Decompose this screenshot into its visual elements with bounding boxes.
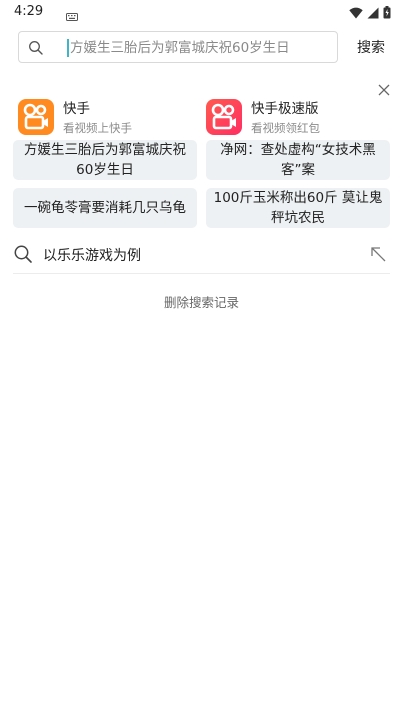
search-icon — [28, 40, 44, 60]
history-item[interactable]: 以乐乐游戏为例 — [13, 238, 390, 274]
app-name: 快手 — [63, 100, 90, 117]
app-name: 快手极速版 — [251, 100, 319, 117]
clear-history-button[interactable]: 删除搜索记录 — [0, 292, 403, 311]
signal-icon — [367, 4, 379, 23]
app-card-kuaishou[interactable]: 快手 看视频上快手 — [18, 99, 193, 137]
keyboard-icon — [66, 6, 78, 25]
hot-search-chip[interactable]: 一碗龟苓膏要消耗几只乌龟 — [13, 188, 197, 228]
kuaishou-icon — [18, 99, 54, 135]
hot-search-chip[interactable]: 100斤玉米称出60斤 莫让鬼秤坑农民 — [206, 188, 390, 228]
app-subtitle: 看视频领红包 — [251, 120, 320, 135]
battery-icon — [383, 4, 391, 23]
arrow-up-left-icon[interactable] — [368, 244, 388, 268]
app-subtitle: 看视频上快手 — [63, 120, 132, 135]
wifi-icon — [349, 4, 363, 23]
search-bar[interactable] — [18, 31, 338, 63]
status-time: 4:29 — [14, 4, 44, 19]
kuaishou-lite-icon — [206, 99, 242, 135]
close-icon[interactable] — [374, 80, 394, 100]
hot-search-chip[interactable]: 净网：查处虚构“女技术黑客”案 — [206, 140, 390, 180]
search-input[interactable] — [70, 35, 332, 61]
hot-search-chip[interactable]: 方媛生三胎后为郭富城庆祝60岁生日 — [13, 140, 197, 180]
history-text: 以乐乐游戏为例 — [43, 248, 141, 264]
status-bar: 4:29 — [0, 0, 403, 24]
search-button[interactable]: 搜索 — [350, 33, 392, 61]
search-icon — [13, 244, 33, 268]
text-cursor — [67, 39, 69, 57]
app-card-kuaishou-lite[interactable]: 快手极速版 看视频领红包 — [206, 99, 381, 137]
